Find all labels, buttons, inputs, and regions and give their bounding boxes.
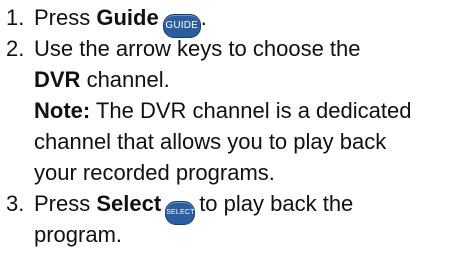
select-button-icon: SELECT <box>165 201 196 225</box>
step-text: Use the arrow keys to choose the DVR cha… <box>34 33 474 188</box>
step-1: 1. Press Guide GUIDE. <box>6 2 474 38</box>
note-line: your recorded programs. <box>34 160 275 185</box>
note-text: The DVR channel is a dedicated <box>90 98 412 123</box>
step-text-pre: Press <box>34 5 97 30</box>
step-text-post: channel. <box>80 67 170 92</box>
step-number: 3. <box>6 191 25 216</box>
step-line: DVR channel. <box>34 64 474 95</box>
step-text-post: . <box>200 5 207 30</box>
step-line: program. <box>34 222 123 247</box>
step-text: Press Guide GUIDE. <box>34 2 474 38</box>
step-number: 1. <box>6 5 25 30</box>
step-line: Press Guide GUIDE. <box>34 2 474 38</box>
step-text-post: to play back the <box>199 191 354 216</box>
step-line: Press Select SELECT to play back the <box>34 188 474 225</box>
dvr-label: DVR <box>34 67 81 92</box>
step-text-pre: Press <box>34 191 97 216</box>
note-line: channel that allows you to play back <box>34 129 387 154</box>
select-label: Select <box>96 191 162 216</box>
step-number: 2. <box>6 36 25 61</box>
step-text: Press Select SELECT to play back the progr… <box>34 188 474 250</box>
step-3: 3. Press Select SELECT to play back the pr… <box>6 188 474 250</box>
instruction-list: 1. Press Guide GUIDE. 2. Use the arrow ke… <box>6 2 474 250</box>
note-label: Note: <box>34 98 91 123</box>
step-line: Use the arrow keys to choose the <box>34 36 361 61</box>
step-2: 2. Use the arrow keys to choose the DVR … <box>6 33 474 188</box>
guide-label: Guide <box>96 5 159 30</box>
note-line: Note: The DVR channel is a dedicated <box>34 95 474 126</box>
